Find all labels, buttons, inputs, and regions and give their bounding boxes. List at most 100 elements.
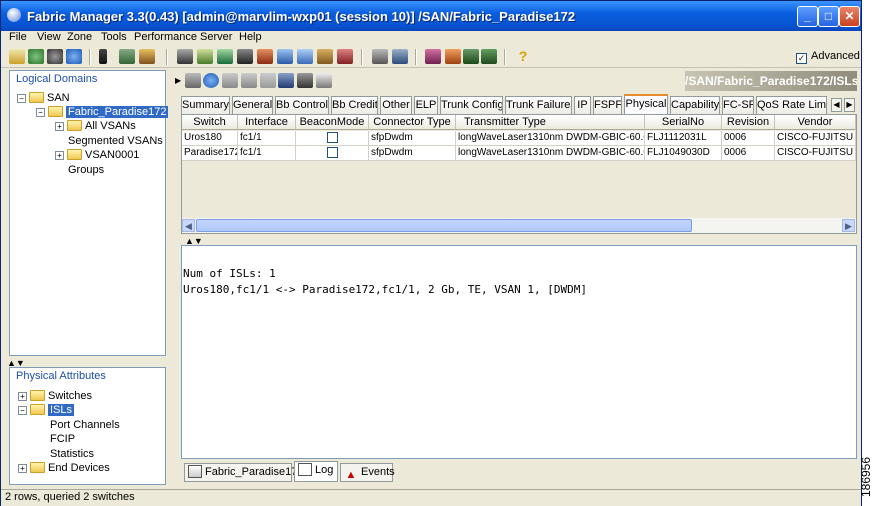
device-icon[interactable] xyxy=(99,49,107,64)
collapse-icon[interactable]: − xyxy=(36,108,45,117)
horizontal-scrollbar[interactable]: ◀ ▶ xyxy=(182,218,856,233)
report-icon[interactable] xyxy=(257,49,273,64)
tree-item-end-devices[interactable]: + End Devices xyxy=(18,461,110,475)
tab-ip[interactable]: IP xyxy=(574,96,591,114)
log-output[interactable]: Num of ISLs: 1 Uros180,fc1/1 <-> Paradis… xyxy=(181,245,857,459)
checkbox-box[interactable] xyxy=(326,147,338,158)
undo-icon[interactable] xyxy=(260,73,276,88)
tab-scroll-right-icon[interactable]: ▶ xyxy=(844,98,855,112)
table-cell[interactable]: fc1/1 xyxy=(238,146,296,161)
close-button[interactable]: ✕ xyxy=(839,6,860,27)
tab-log[interactable]: Log xyxy=(294,461,338,482)
column-header-connector-type[interactable]: Connector Type xyxy=(369,115,456,130)
tab-qos-rate-limit[interactable]: QoS Rate Limit xyxy=(756,96,827,114)
menu-server[interactable]: Server xyxy=(200,31,232,43)
column-header-transmitter-type[interactable]: Transmitter Type xyxy=(456,115,645,130)
tree-item-segmented-vsans[interactable]: Segmented VSANs xyxy=(68,134,163,148)
tree-item-fabric[interactable]: − Fabric_Paradise172 xyxy=(36,105,169,119)
refresh-icon[interactable] xyxy=(203,73,219,88)
save-icon[interactable] xyxy=(278,73,294,88)
refresh-icon[interactable] xyxy=(66,49,82,64)
expand-icon[interactable]: + xyxy=(18,392,27,401)
beaconmode-checkbox[interactable] xyxy=(296,146,369,161)
menu-performance[interactable]: Performance xyxy=(134,31,197,43)
table-cell[interactable]: 0006 xyxy=(722,131,775,146)
tab-capability[interactable]: Capability xyxy=(670,96,720,114)
advanced-checkbox[interactable]: ✓ Advanced xyxy=(796,50,860,64)
back-icon[interactable] xyxy=(185,73,201,88)
compare-icon[interactable] xyxy=(372,49,388,64)
column-header-revision[interactable]: Revision xyxy=(722,115,775,130)
tab-trunk-config[interactable]: Trunk Config xyxy=(440,96,503,114)
switch-icon[interactable] xyxy=(237,49,253,64)
tab-elp[interactable]: ELP xyxy=(414,96,438,114)
tab-bb-control[interactable]: Bb Control xyxy=(275,96,329,114)
tree-item-switches[interactable]: + Switches xyxy=(18,389,92,403)
scrollbar-thumb[interactable] xyxy=(196,219,692,232)
tree-item-vsan0001[interactable]: + VSAN0001 xyxy=(55,148,139,162)
table-cell[interactable]: Paradise172 xyxy=(182,146,238,161)
menu-tools[interactable]: Tools xyxy=(101,31,127,43)
beaconmode-checkbox[interactable] xyxy=(296,131,369,146)
print-icon[interactable] xyxy=(297,73,313,88)
tab-fabric-map[interactable]: Fabric_Paradise172 xyxy=(184,463,303,482)
tree-item-groups[interactable]: Groups xyxy=(68,163,104,177)
column-header-switch[interactable]: Switch xyxy=(182,115,238,130)
menu-zone[interactable]: Zone xyxy=(67,31,92,43)
users-icon[interactable] xyxy=(139,49,155,64)
column-header-beaconmode[interactable]: BeaconMode xyxy=(296,115,369,130)
search-icon[interactable] xyxy=(392,49,408,64)
collapse-icon[interactable]: − xyxy=(17,94,26,103)
table-cell[interactable]: 0006 xyxy=(722,146,775,161)
tab-fspf[interactable]: FSPF xyxy=(593,96,622,114)
table-cell[interactable]: sfpDwdm xyxy=(369,146,456,161)
table-cell[interactable]: CISCO-FUJITSU xyxy=(775,146,856,161)
tab-fc-sp[interactable]: FC-SP xyxy=(722,96,754,114)
tree-item-fcip[interactable]: FCIP xyxy=(50,432,75,446)
tree-item-port-channels[interactable]: Port Channels xyxy=(50,418,120,432)
table-cell[interactable]: sfpDwdm xyxy=(369,131,456,146)
help-icon[interactable]: ? xyxy=(515,49,531,64)
discover-icon[interactable] xyxy=(28,49,44,64)
wizard-icon[interactable] xyxy=(297,49,313,64)
column-header-serialno[interactable]: SerialNo xyxy=(645,115,722,130)
tab-physical[interactable]: Physical xyxy=(624,94,668,114)
column-header-interface[interactable]: Interface xyxy=(238,115,296,130)
lock-icon[interactable] xyxy=(119,49,135,64)
scroll-left-icon[interactable]: ◀ xyxy=(182,219,195,232)
vsan-icon[interactable] xyxy=(217,49,233,64)
expand-icon[interactable]: + xyxy=(18,464,27,473)
minimize-button[interactable]: _ xyxy=(797,6,818,27)
table-cell[interactable]: fc1/1 xyxy=(238,131,296,146)
checkbox-box[interactable]: ✓ xyxy=(796,53,807,64)
maximize-button[interactable]: □ xyxy=(818,6,839,27)
table-cell[interactable]: Uros180 xyxy=(182,131,238,146)
column-header-vendor[interactable]: Vendor xyxy=(775,115,856,130)
export-icon[interactable] xyxy=(316,73,332,88)
tab-events[interactable]: ▲ Events xyxy=(340,463,395,482)
tab-bb-credit[interactable]: Bb Credit xyxy=(331,96,378,114)
tab-other[interactable]: Other xyxy=(380,96,412,114)
event-icon[interactable] xyxy=(337,49,353,64)
connect-icon[interactable] xyxy=(177,49,193,64)
tree-item-isls[interactable]: − ISLs xyxy=(18,403,75,417)
flow-icon[interactable] xyxy=(445,49,461,64)
monitor-icon[interactable] xyxy=(481,49,497,64)
table-cell[interactable]: FLJ1049030D xyxy=(645,146,722,161)
table-cell[interactable]: CISCO-FUJITSU xyxy=(775,131,856,146)
license-icon[interactable] xyxy=(317,49,333,64)
menu-view[interactable]: View xyxy=(37,31,61,43)
find-binoculars-icon[interactable] xyxy=(47,49,63,64)
checkbox-box[interactable] xyxy=(326,132,338,143)
tab-scroll-left-icon[interactable]: ◀ xyxy=(831,98,842,112)
expand-icon[interactable]: + xyxy=(55,122,64,131)
tree-item-statistics[interactable]: Statistics xyxy=(50,447,94,461)
expand-icon[interactable]: + xyxy=(55,151,64,160)
collapse-arrow-icon[interactable]: ▶ xyxy=(175,76,181,85)
tree-item-all-vsans[interactable]: + All VSANs xyxy=(55,119,136,133)
table-cell[interactable]: longWaveLaser1310nm DWDM-GBIC-60.61 xyxy=(456,146,645,161)
open-folder-icon[interactable] xyxy=(9,49,25,64)
chart-icon[interactable] xyxy=(277,49,293,64)
security-icon[interactable] xyxy=(425,49,441,64)
table-cell[interactable]: longWaveLaser1310nm DWDM-GBIC-60.61 xyxy=(456,131,645,146)
